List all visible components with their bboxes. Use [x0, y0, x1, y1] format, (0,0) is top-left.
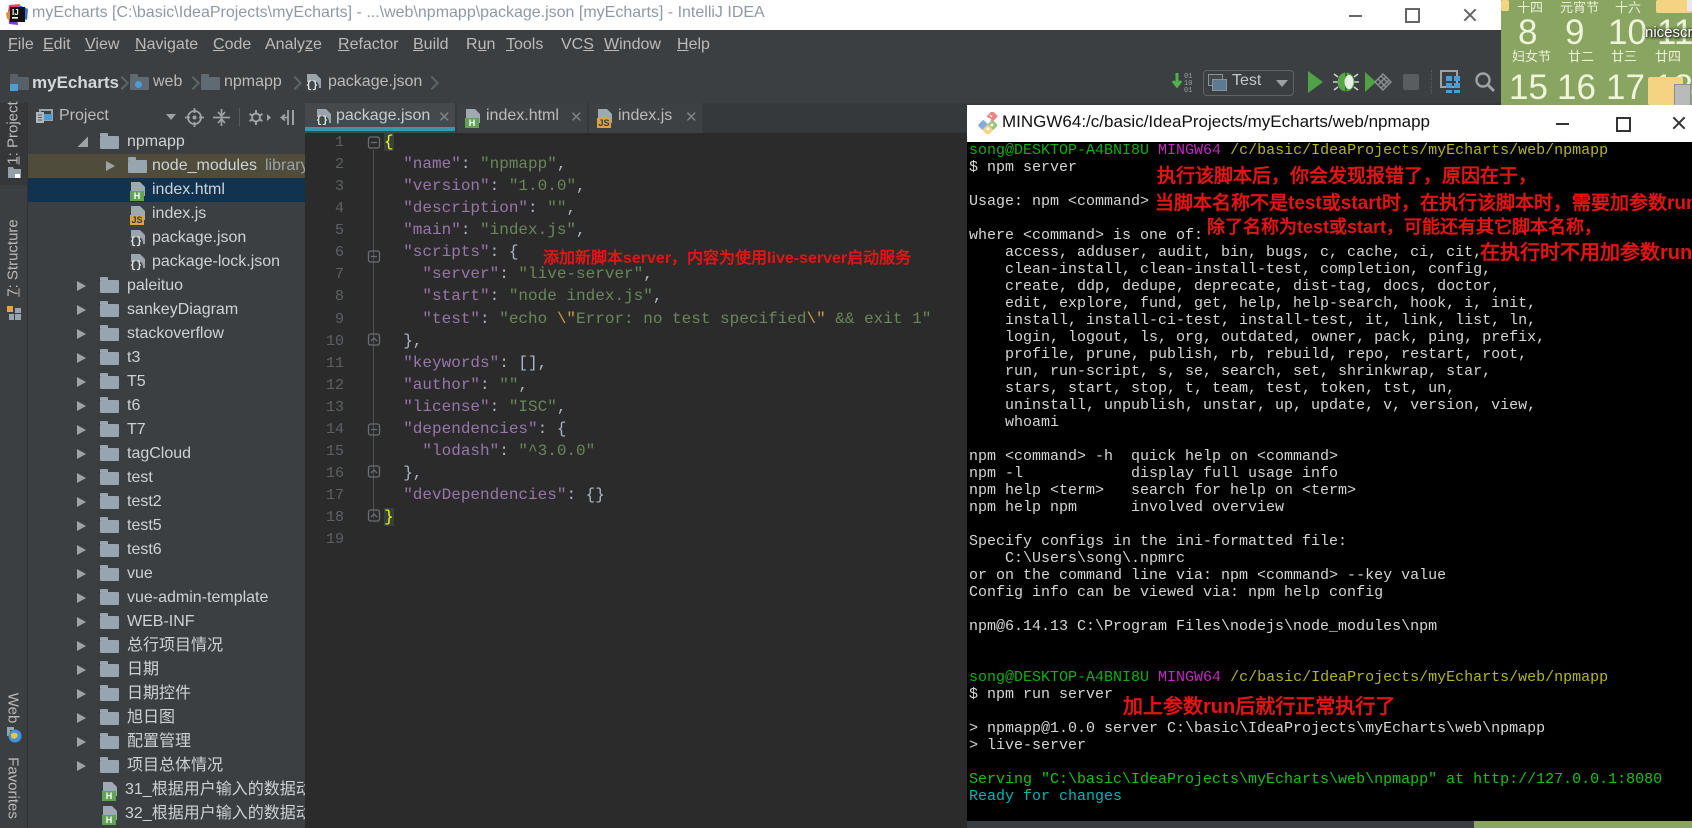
svg-text:IJ: IJ	[12, 8, 19, 17]
svg-text:01: 01	[1184, 87, 1192, 95]
